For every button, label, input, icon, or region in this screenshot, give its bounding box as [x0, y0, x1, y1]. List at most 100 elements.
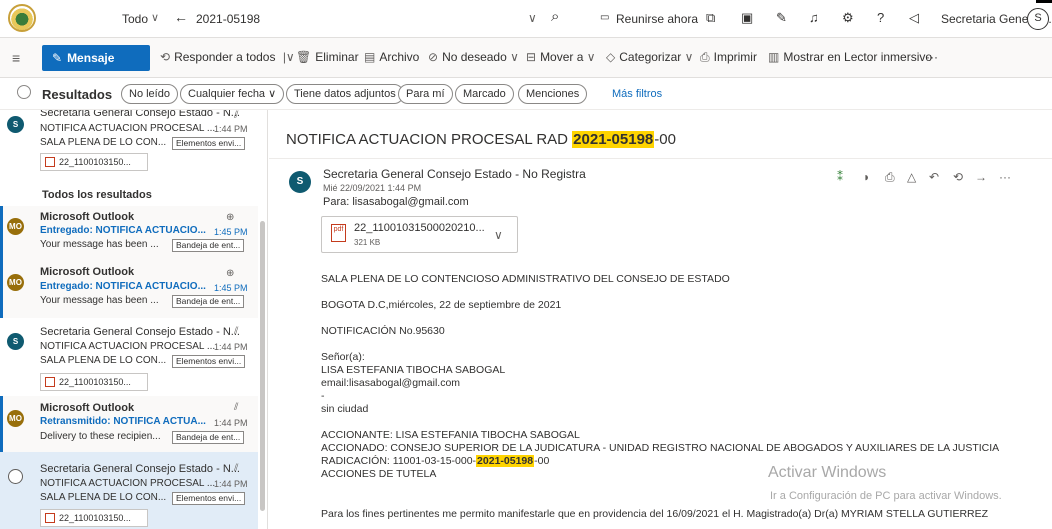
windows-activation-subtitle: Ir a Configuración de PC para activar Wi…	[770, 490, 1002, 502]
pdf-icon	[45, 377, 55, 387]
more-filters-link[interactable]: Más filtros	[612, 88, 662, 100]
reply-all-icon: ⟲	[160, 50, 171, 64]
sender-name: Microsoft Outlook	[40, 266, 135, 278]
message-subject: NOTIFICA ACTUACION PROCESAL RAD 2021-051…	[286, 131, 676, 148]
filter-flagged-chip[interactable]: Marcado	[455, 84, 514, 104]
timestamp: 1:44 PM	[214, 479, 248, 489]
back-arrow-icon[interactable]: ←	[174, 9, 188, 25]
list-scrollbar[interactable]	[260, 116, 266, 516]
help-icon[interactable]: ?	[877, 10, 884, 25]
chevron-down-icon: ∨	[586, 50, 596, 64]
section-heading: Todos los resultados	[42, 189, 152, 201]
message-list: S Secretaria General Consejo Estado - N.…	[0, 110, 268, 529]
body-text: ACCIONADO: CONSEJO SUPERIOR DE LA JUDICA…	[321, 442, 1000, 454]
reply-icon[interactable]: ↶	[929, 170, 939, 184]
search-scope-dropdown[interactable]: Todo	[122, 12, 148, 26]
chevron-down-icon[interactable]: ∨	[494, 228, 503, 242]
immersive-reader-icon[interactable]: ◗	[863, 170, 870, 184]
search-options-chevron-icon[interactable]: ∨	[528, 11, 537, 25]
select-all-checkbox[interactable]	[17, 85, 31, 99]
divider	[269, 158, 1052, 159]
results-heading: Resultados	[42, 87, 113, 102]
teams-icon[interactable]: ⧉	[706, 10, 715, 26]
search-icon[interactable]: ⌕	[551, 8, 559, 25]
filter-mentions-chip[interactable]: Menciones	[518, 84, 588, 104]
junk-button[interactable]: ⊘ No deseado ∨	[428, 50, 523, 64]
message-date: Mié 22/09/2021 1:44 PM	[323, 183, 422, 193]
sender-line[interactable]: Secretaria General Consejo Estado - No R…	[323, 167, 586, 181]
bell-icon[interactable]: ♫	[809, 10, 819, 25]
sender-avatar[interactable]: S	[289, 171, 311, 193]
more-actions-button[interactable]: ···	[926, 50, 938, 64]
filter-any-date-chip[interactable]: Cualquier fecha ∨	[180, 84, 285, 104]
video-call-icon[interactable]: ▭	[600, 12, 609, 23]
list-item[interactable]: S Secretaria General Consejo Estado - N.…	[0, 110, 258, 180]
block-icon: ⊘	[428, 50, 439, 64]
subject: NOTIFICA ACTUACION PROCESAL ...	[40, 478, 216, 489]
tag-icon: ◇	[606, 50, 616, 64]
gear-icon[interactable]: ⚙	[842, 10, 854, 26]
list-item[interactable]: S Secretaria General Consejo Estado - N.…	[0, 318, 258, 396]
search-input[interactable]: 2021-05198	[196, 12, 260, 26]
list-item[interactable]: MO Microsoft Outlook ⊕ Entregado: NOTIFI…	[0, 206, 258, 262]
body-text: Para los fines pertinentes me permito ma…	[321, 508, 989, 520]
subject: Retransmitido: NOTIFICA ACTUA...	[40, 416, 206, 427]
printer-icon[interactable]: ⎙	[885, 170, 895, 185]
preview-text: Delivery to these recipien...	[40, 431, 161, 442]
attachment-chip[interactable]: 22_1100103150...	[40, 373, 148, 391]
timestamp: 1:44 PM	[214, 418, 248, 428]
window-corner-decoration	[1036, 0, 1052, 3]
feedback-icon[interactable]: ✎	[776, 10, 787, 26]
unread-indicator	[0, 206, 3, 262]
apps-icon[interactable]: ⁑	[837, 170, 843, 184]
folder-badge: Elementos envi...	[172, 137, 246, 150]
list-item[interactable]: MO Microsoft Outlook ⊕ Entregado: NOTIFI…	[0, 262, 258, 318]
reply-all-icon[interactable]: ⟲	[953, 170, 963, 184]
pdf-icon: pdf	[331, 224, 346, 242]
account-avatar[interactable]: S	[1027, 8, 1049, 30]
archive-button[interactable]: ▤ Archivo	[364, 50, 419, 64]
sender-name: Secretaria General Consejo Estado - N...	[40, 110, 240, 119]
meet-now-button[interactable]: Reunirse ahora	[616, 12, 698, 26]
megaphone-icon[interactable]: ◁	[909, 10, 919, 26]
attachment-chip[interactable]: 22_1100103150...	[40, 509, 148, 527]
attachment-card[interactable]: pdf 22_11001031500020210... 321 KB ∨	[321, 216, 518, 253]
body-text: LISA ESTEFANIA TIBOCHA SABOGAL	[321, 364, 506, 376]
attachment-name: 22_11001031500020210...	[354, 222, 485, 234]
unread-indicator	[0, 396, 3, 452]
move-to-button[interactable]: ⊟ Mover a ∨	[526, 50, 600, 64]
timestamp: 1:44 PM	[214, 124, 248, 134]
office-icon[interactable]: ▣	[741, 10, 753, 26]
more-icon[interactable]: ···	[999, 170, 1011, 184]
subject: NOTIFICA ACTUACION PROCESAL ...	[40, 123, 216, 134]
recipient-line[interactable]: Para: lisasabogal@gmail.com	[323, 196, 469, 208]
reply-all-button[interactable]: ⟲ Responder a todos |∨	[160, 50, 299, 64]
folder-badge: Bandeja de ent...	[172, 431, 245, 444]
body-text: ACCIONANTE: LISA ESTEFANIA TIBOCHA SABOG…	[321, 429, 580, 441]
body-text: NOTIFICACIÓN No.95630	[321, 325, 445, 337]
delete-button[interactable]: 🗑 Eliminar	[296, 50, 359, 64]
list-item[interactable]: MO Microsoft Outlook ⫽ Retransmitido: NO…	[0, 396, 258, 452]
command-bar: ≡ ✎Mensaje nuevo ⟲Responder a todos |∨ 🗑…	[0, 38, 1052, 91]
scrollbar-thumb[interactable]	[260, 221, 265, 511]
like-icon[interactable]: △	[907, 170, 916, 184]
filter-has-attachments-chip[interactable]: Tiene datos adjuntos	[286, 84, 404, 104]
list-item-selected[interactable]: Secretaria General Consejo Estado - N...…	[0, 452, 258, 529]
forward-icon[interactable]: →	[975, 170, 987, 184]
avatar: S	[7, 333, 24, 350]
filter-to-me-chip[interactable]: Para mí	[398, 84, 453, 104]
chevron-down-icon[interactable]: ∨	[151, 11, 159, 24]
immersive-reader-button[interactable]: ▥ Mostrar en Lector inmersivo	[768, 50, 932, 64]
subject: Entregado: NOTIFICA ACTUACIO...	[40, 225, 206, 236]
attachment-chip[interactable]: 22_1100103150...	[40, 153, 148, 171]
hamburger-menu-icon[interactable]: ≡	[12, 50, 20, 66]
categorize-button[interactable]: ◇ Categorizar ∨	[606, 50, 697, 64]
search-highlight: 2021-05198	[476, 455, 535, 467]
subject: NOTIFICA ACTUACION PROCESAL ...	[40, 341, 216, 352]
filter-unread-chip[interactable]: No leído	[121, 84, 178, 104]
print-button[interactable]: ⎙ Imprimir	[700, 50, 757, 65]
new-mail-button[interactable]: ✎Mensaje nuevo	[42, 45, 150, 91]
select-radio[interactable]	[8, 469, 23, 484]
folder-badge: Elementos envi...	[172, 492, 246, 505]
body-text: sin ciudad	[321, 403, 369, 415]
